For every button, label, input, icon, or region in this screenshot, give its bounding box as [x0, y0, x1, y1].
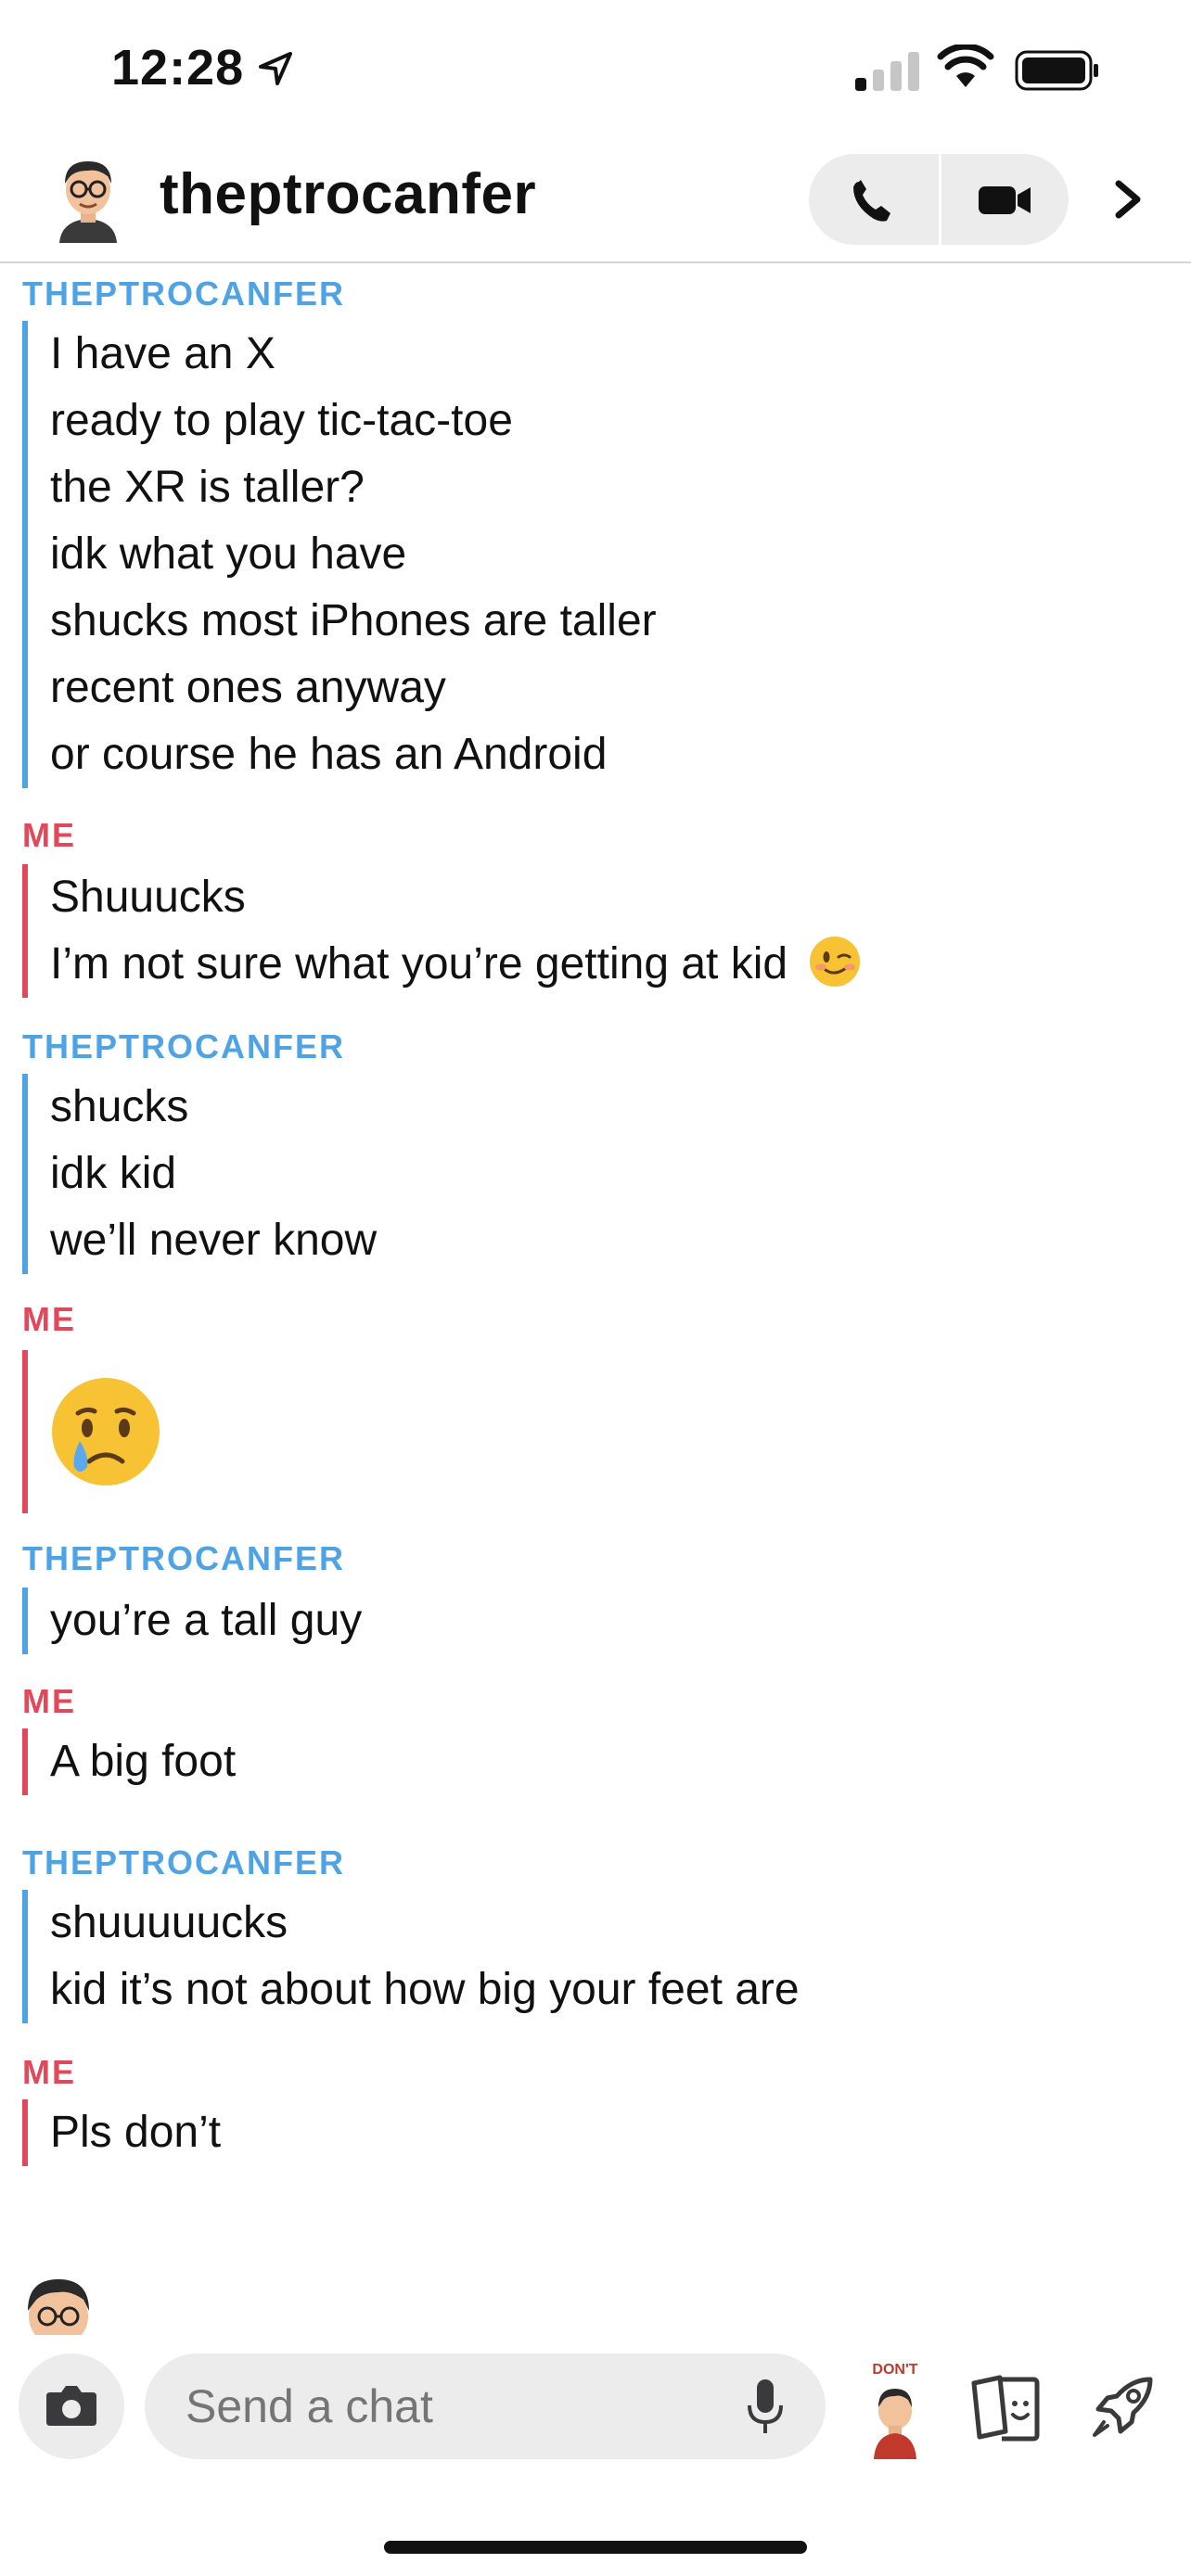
sender-label: ME: [22, 816, 76, 854]
sender-label: THEPTROCANFER: [22, 274, 345, 312]
call-buttons: [809, 154, 1069, 245]
sender-label: ME: [22, 1300, 76, 1338]
sender-label: ME: [22, 2053, 76, 2091]
bitmoji-sticker-button[interactable]: DON'T: [863, 2357, 928, 2459]
friend-presence-bitmoji: [28, 2279, 89, 2335]
signal-icon: [855, 52, 919, 91]
message-line[interactable]: recent ones anyway: [50, 655, 657, 721]
message-line[interactable]: idk kid: [50, 1141, 377, 1207]
message-group: shucks idk kid we’ll never know: [22, 1074, 377, 1274]
camera-icon: [46, 2386, 96, 2426]
crying-face-emoji[interactable]: [50, 1376, 161, 1487]
message-group: you’re a tall guy: [22, 1588, 362, 1654]
message-line[interactable]: shucks: [50, 1074, 377, 1141]
wifi-icon: [937, 45, 994, 87]
message-group: Pls don’t: [22, 2099, 221, 2166]
microphone-icon[interactable]: [742, 2378, 788, 2437]
sender-label: THEPTROCANFER: [22, 1027, 345, 1065]
battery-icon: [1015, 50, 1098, 91]
chevron-right-icon[interactable]: [1100, 158, 1156, 241]
message-line[interactable]: idk what you have: [50, 521, 657, 588]
bitmoji-sticker-icon: DON'T: [872, 2362, 918, 2459]
message-group: Shuuucks I’m not sure what you’re gettin…: [22, 864, 861, 998]
message-line[interactable]: Pls don’t: [50, 2099, 221, 2166]
message-line[interactable]: you’re a tall guy: [50, 1588, 362, 1654]
message-line[interactable]: I have an X: [50, 321, 657, 388]
phone-icon: [853, 180, 890, 222]
message-line[interactable]: Shuuucks: [50, 864, 861, 931]
bitmoji-avatar[interactable]: [54, 150, 122, 243]
winking-face-emoji: [810, 937, 861, 987]
voice-call-button[interactable]: [809, 154, 939, 245]
status-time: 12:28: [111, 40, 245, 96]
location-arrow-icon: [259, 52, 292, 85]
chat-header: theptrocanfer: [0, 139, 1191, 263]
home-indicator: [384, 2541, 807, 2554]
video-icon: [979, 186, 1031, 214]
message-line[interactable]: we’ll never know: [50, 1207, 377, 1274]
sender-label: THEPTROCANFER: [22, 1843, 345, 1881]
chat-input[interactable]: [145, 2353, 826, 2459]
message-group: shuuuuucks kid it’s not about how big yo…: [22, 1890, 800, 2023]
message-group: A big foot: [22, 1728, 236, 1795]
chat-title[interactable]: theptrocanfer: [160, 161, 536, 227]
message-line[interactable]: I’m not sure what you’re getting at kid: [50, 931, 861, 998]
message-line[interactable]: shuuuuucks: [50, 1890, 800, 1957]
message-line[interactable]: the XR is taller?: [50, 454, 657, 521]
message-line[interactable]: A big foot: [50, 1728, 236, 1795]
message-line[interactable]: ready to play tic-tac-toe: [50, 388, 657, 454]
bitmoji-sticker-caption: DON'T: [872, 2362, 917, 2378]
message-group: [22, 1350, 161, 1513]
message-line[interactable]: kid it’s not about how big your feet are: [50, 1957, 800, 2023]
message-line[interactable]: shucks most iPhones are taller: [50, 588, 657, 655]
sender-label: THEPTROCANFER: [22, 1539, 345, 1577]
camera-button[interactable]: [19, 2353, 124, 2459]
message-line[interactable]: or course he has an Android: [50, 721, 657, 788]
message-text: I’m not sure what you’re getting at kid: [50, 939, 788, 988]
rocket-icon[interactable]: [1085, 2370, 1159, 2444]
status-bar: 12:28: [0, 0, 1191, 139]
sender-label: ME: [22, 1682, 76, 1720]
cards-icon[interactable]: [965, 2370, 1044, 2444]
message-group: I have an X ready to play tic-tac-toe th…: [22, 321, 657, 788]
chat-composer: DON'T: [0, 2337, 1191, 2476]
video-call-button[interactable]: [941, 154, 1069, 245]
